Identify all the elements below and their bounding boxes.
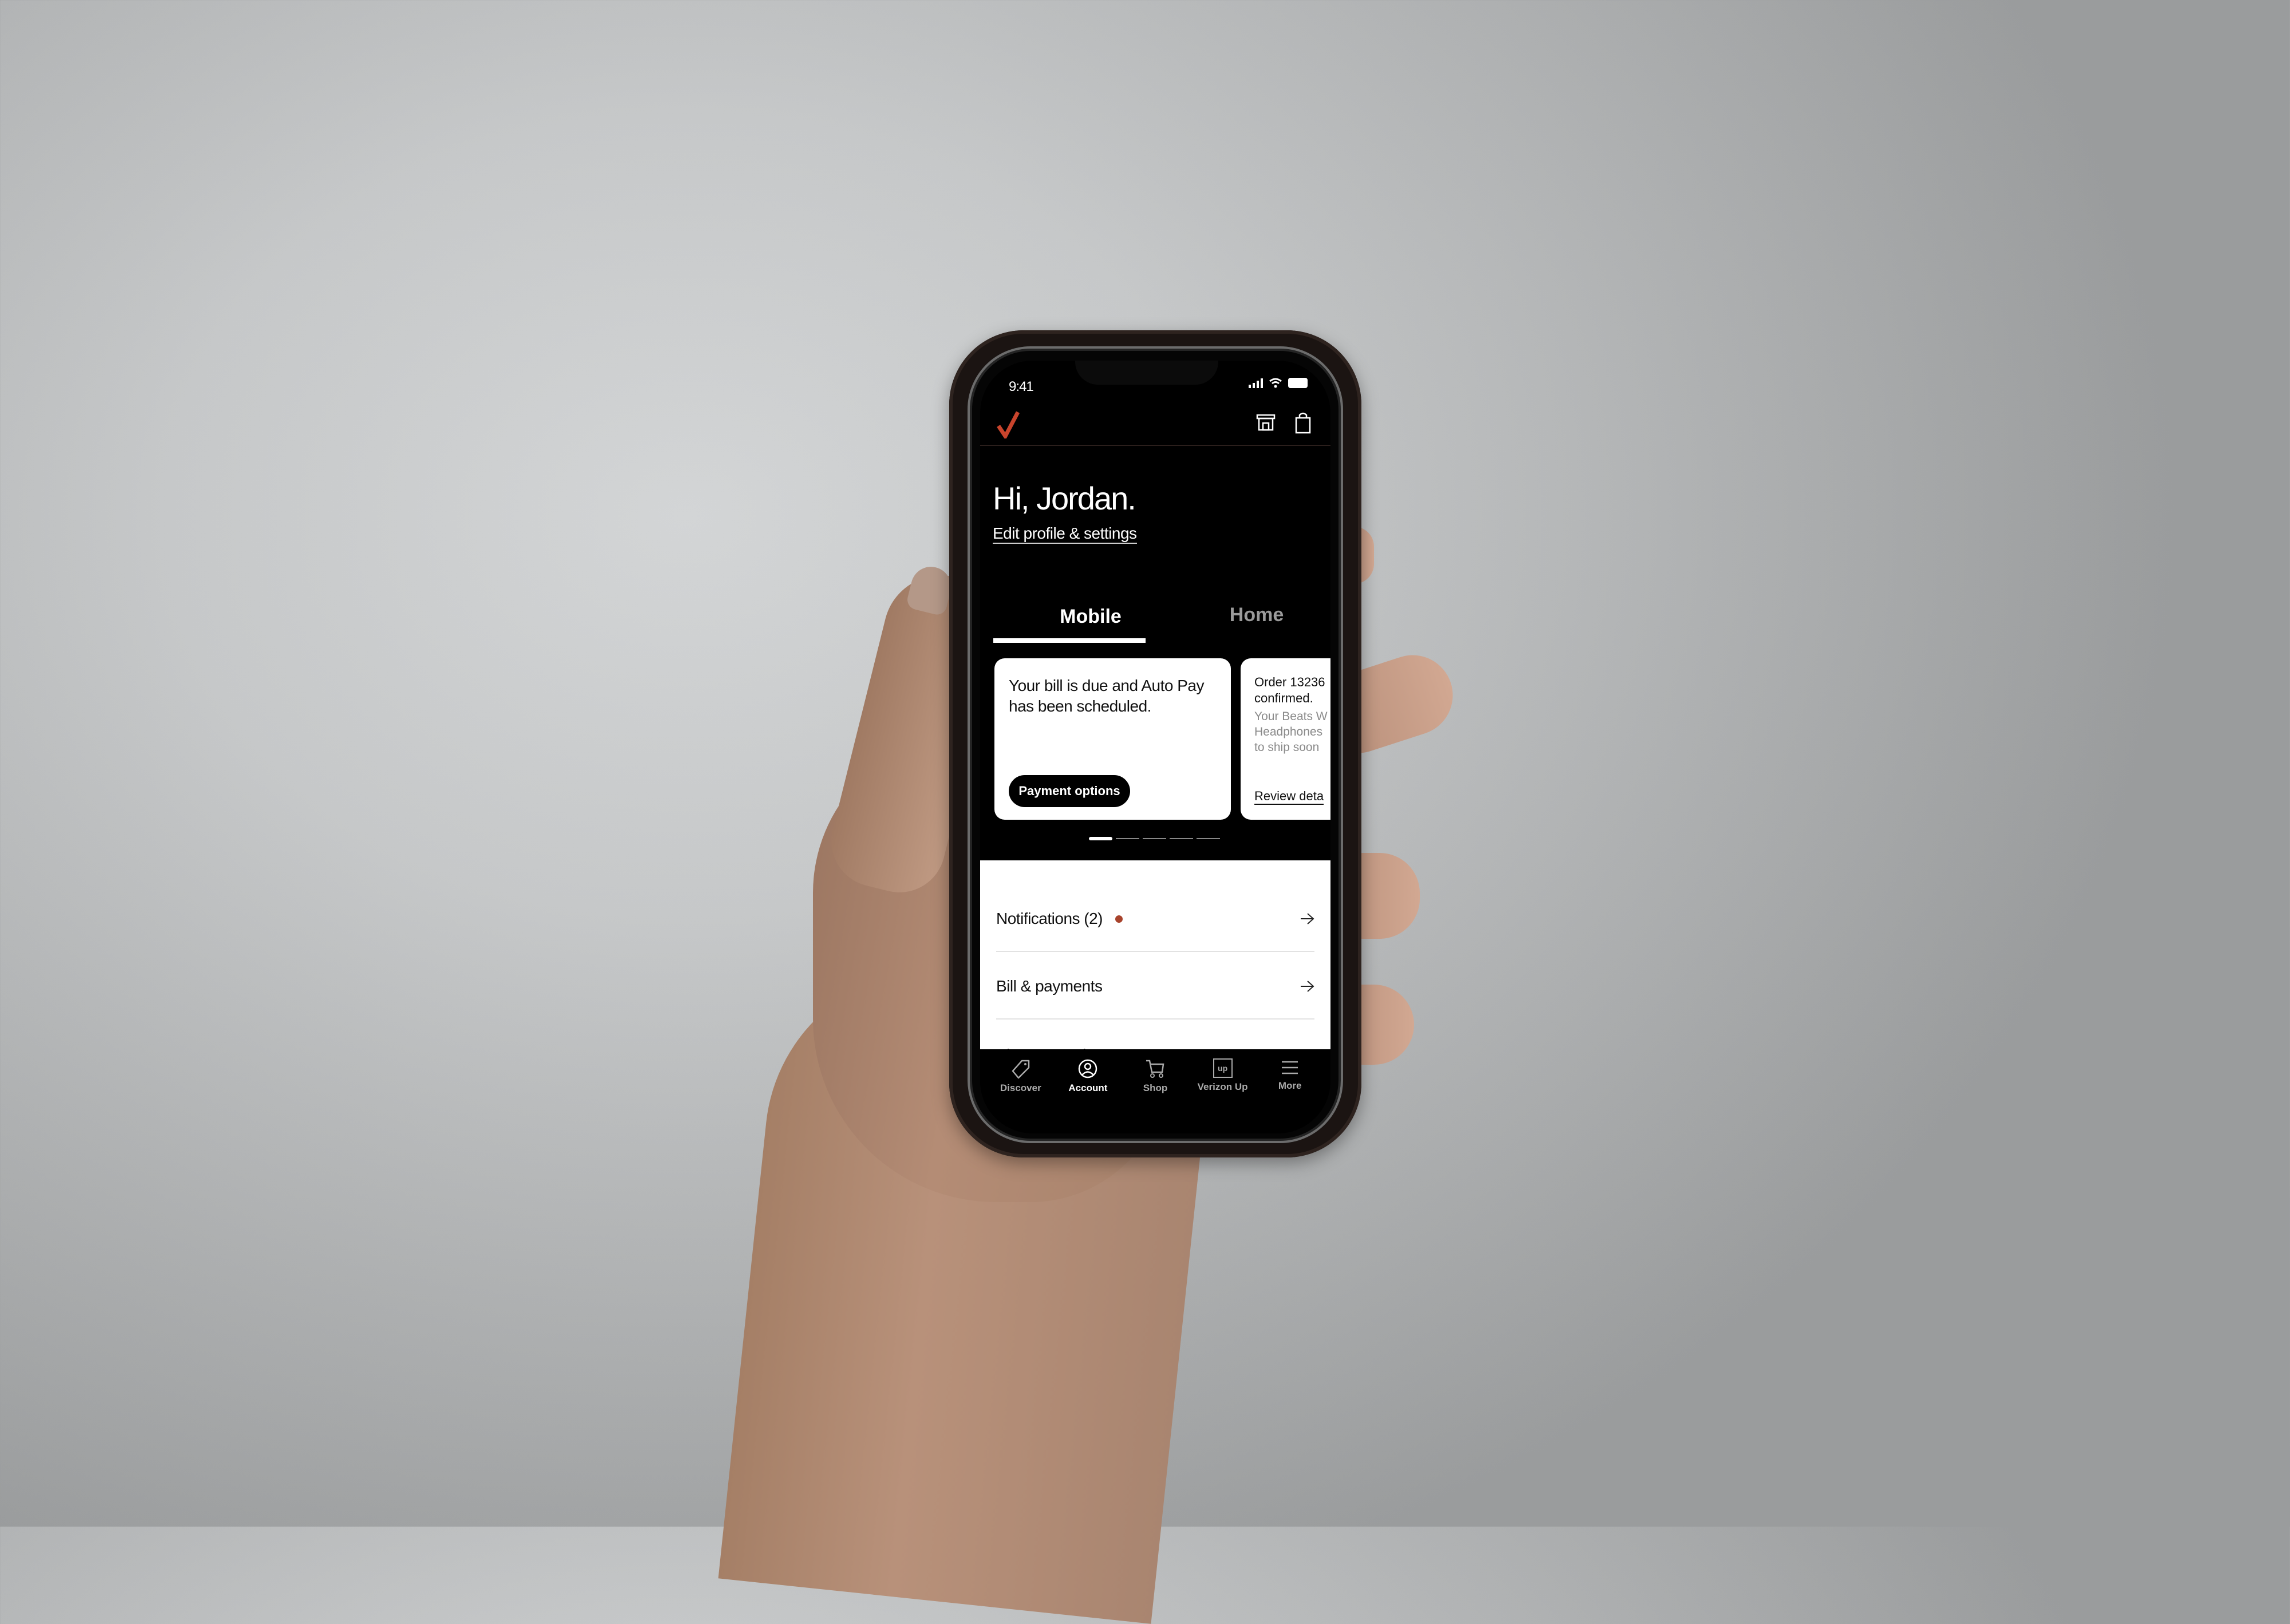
nav-verizon-up[interactable]: up Verizon Up [1191,1049,1254,1133]
carousel-dot[interactable] [1143,838,1166,839]
order-title: Order 13236 confirmed. [1254,674,1325,706]
list-item-bill-payments[interactable]: Bill & payments [996,953,1314,1020]
battery-icon [1288,378,1308,388]
order-body-line: Your Beats W [1254,710,1328,723]
carousel-pagination[interactable] [1089,837,1220,840]
verizon-logo-icon [997,411,1020,438]
order-title-line: confirmed. [1254,691,1313,705]
wifi-icon [1269,378,1282,388]
arrow-right-icon [1301,981,1314,992]
bottom-nav: Discover Account Shop up Verizon Up More [980,1049,1330,1133]
list-divider [996,951,1314,952]
bill-due-text: Your bill is due and Auto Pay has been s… [1009,677,1204,715]
tab-home[interactable]: Home [1180,604,1330,626]
phone-screen: 9:41 Hi, Jordan. Edit profile & settings… [980,361,1330,1133]
payment-options-button[interactable]: Payment options [1009,775,1130,807]
notch [1075,361,1218,385]
cart-icon [1146,1060,1164,1078]
order-title-line: Order 13236 [1254,675,1325,689]
nav-shop[interactable]: Shop [1124,1049,1187,1133]
active-tab-indicator [993,638,1146,643]
up-icon: up [1213,1058,1233,1078]
nav-label: Shop [1143,1082,1168,1093]
nav-label: Discover [1000,1082,1041,1093]
order-confirmed-card: Order 13236 confirmed. Your Beats W Head… [1241,658,1330,820]
nav-account[interactable]: Account [1056,1049,1119,1133]
bill-due-card: Your bill is due and Auto Pay has been s… [994,658,1231,820]
carousel-dot[interactable] [1170,838,1193,839]
account-menu-list: Notifications (2) Bill & payments Plans … [980,860,1330,1064]
nav-label: Account [1068,1082,1108,1093]
tag-icon [1012,1060,1030,1079]
list-item-notifications[interactable]: Notifications (2) [996,886,1314,952]
menu-icon [1282,1061,1298,1074]
list-item-label: Bill & payments [996,977,1103,995]
status-time: 9:41 [1009,379,1034,394]
edit-profile-link[interactable]: Edit profile & settings [993,524,1137,544]
store-icon[interactable] [1256,412,1276,432]
arrow-right-icon [1301,913,1314,924]
signal-icon [1249,378,1263,388]
nav-label: Verizon Up [1197,1081,1248,1092]
list-item-label: Notifications (2) [996,910,1103,927]
order-body-line: Headphones [1254,725,1323,738]
review-details-link[interactable]: Review deta [1254,789,1324,805]
status-icons [1249,378,1308,388]
notification-badge [1115,915,1123,923]
nav-discover[interactable]: Discover [989,1049,1052,1133]
carousel-dot[interactable] [1116,838,1139,839]
order-body: Your Beats W Headphones to ship soon [1254,709,1328,755]
greeting-title: Hi, Jordan. [993,480,1136,516]
nav-label: More [1278,1080,1302,1091]
carousel-dot-active[interactable] [1089,837,1112,840]
carousel-dot[interactable] [1197,838,1220,839]
account-icon [1079,1059,1097,1078]
header-divider [980,445,1330,446]
list-divider [996,1018,1314,1020]
nav-more[interactable]: More [1258,1049,1321,1133]
tab-mobile[interactable]: Mobile [1014,606,1167,628]
shopping-bag-icon[interactable] [1295,412,1311,434]
order-body-line: to ship soon [1254,741,1320,754]
